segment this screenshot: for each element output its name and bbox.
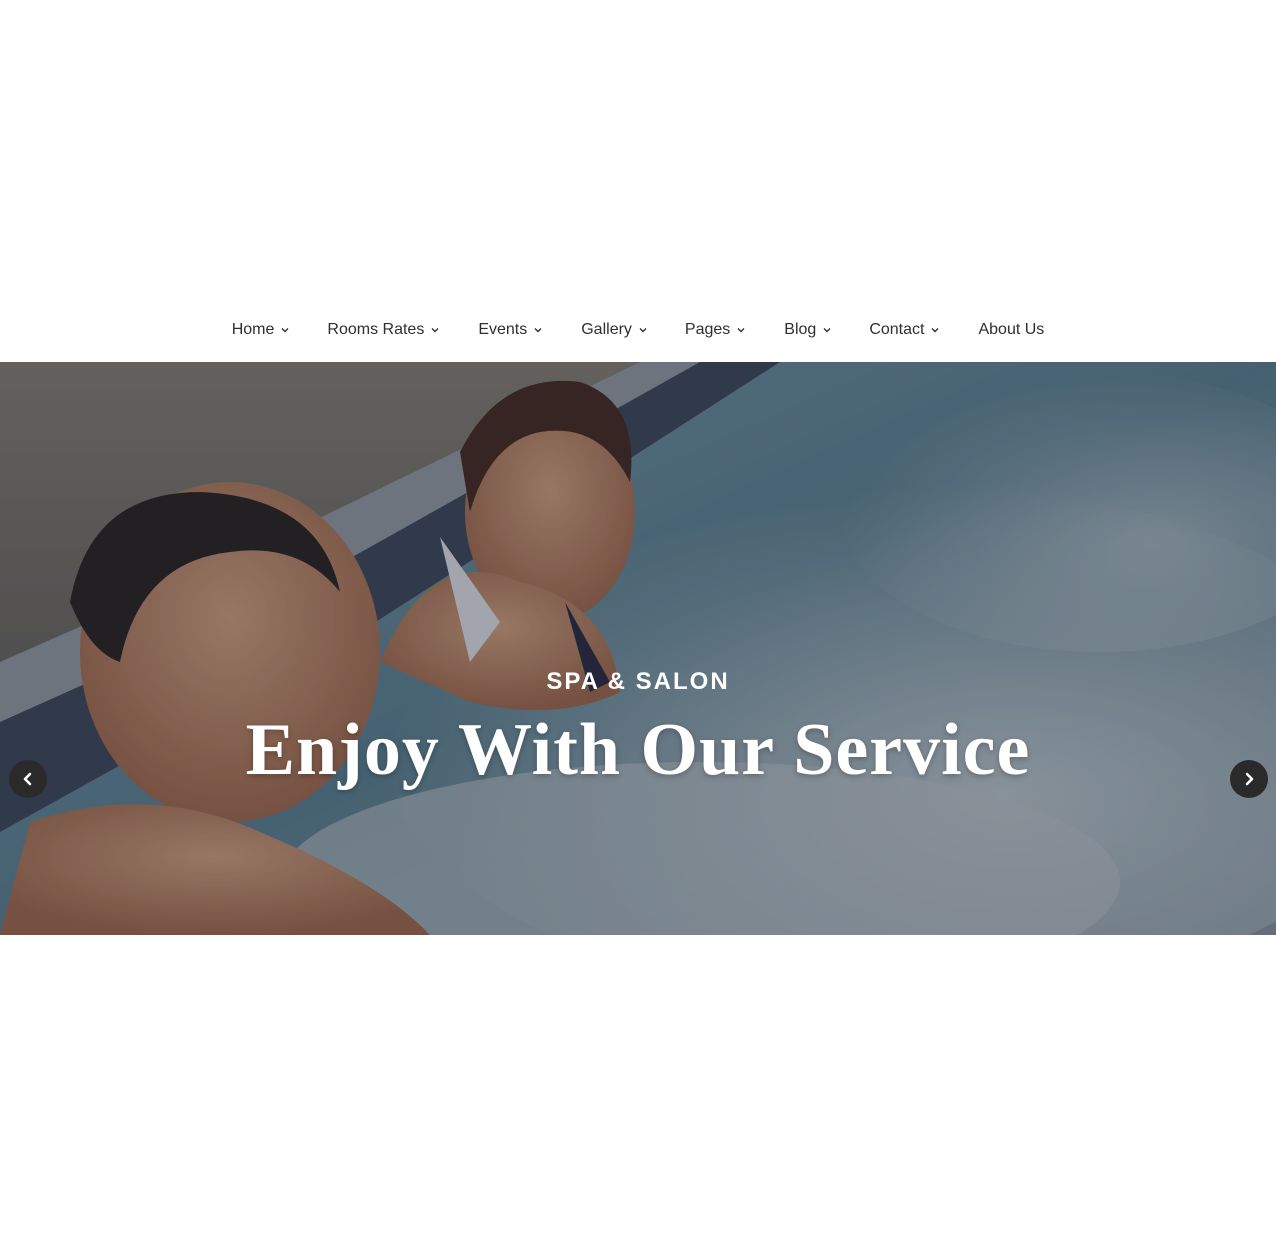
chevron-right-icon — [1245, 772, 1254, 786]
slider-prev-button[interactable] — [9, 760, 47, 798]
nav-item-rooms-rates[interactable]: Rooms Rates — [327, 321, 439, 339]
chevron-left-icon — [23, 772, 32, 786]
chevron-down-icon — [639, 328, 647, 333]
chevron-down-icon — [931, 328, 939, 333]
nav-item-label: Home — [231, 321, 275, 338]
chevron-down-icon — [823, 328, 831, 333]
hero-subtitle: SPA & SALON — [546, 668, 730, 695]
nav-item-contact[interactable]: Contact — [869, 321, 939, 339]
nav-item-home[interactable]: Home — [232, 321, 290, 339]
main-navigation: Home Rooms Rates Events Gallery Pages Bl… — [0, 312, 1276, 348]
chevron-down-icon — [281, 328, 289, 333]
nav-item-label: Blog — [784, 321, 817, 338]
chevron-down-icon — [737, 328, 745, 333]
chevron-down-icon — [431, 328, 439, 333]
nav-item-events[interactable]: Events — [478, 321, 542, 339]
nav-item-label: Rooms Rates — [327, 321, 425, 338]
chevron-down-icon — [534, 328, 542, 333]
nav-item-gallery[interactable]: Gallery — [581, 321, 647, 339]
nav-item-about-us[interactable]: About Us — [978, 321, 1044, 339]
hero-overlay — [0, 362, 1276, 935]
hero-title: Enjoy With Our Service — [245, 709, 1031, 791]
nav-item-blog[interactable]: Blog — [784, 321, 831, 339]
nav-item-pages[interactable]: Pages — [685, 321, 745, 339]
hero-slider: SPA & SALON Enjoy With Our Service — [0, 362, 1276, 935]
nav-item-label: Events — [478, 321, 528, 338]
nav-item-label: Gallery — [581, 321, 632, 338]
nav-item-label: About Us — [978, 321, 1045, 338]
nav-item-label: Pages — [684, 321, 731, 338]
nav-item-label: Contact — [869, 321, 925, 338]
slider-next-button[interactable] — [1230, 760, 1268, 798]
page: Home Rooms Rates Events Gallery Pages Bl… — [0, 0, 1276, 1250]
